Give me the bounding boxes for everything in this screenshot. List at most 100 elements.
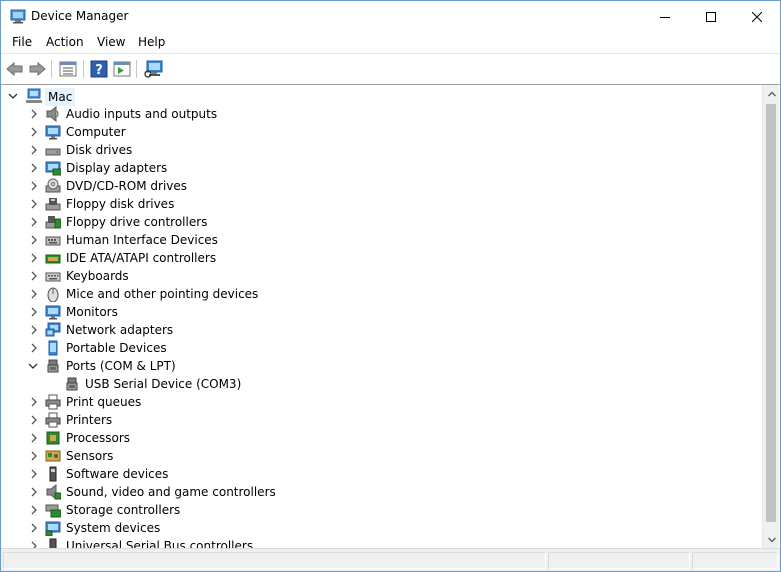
chevron-right-icon[interactable]: [29, 163, 39, 173]
tree-category-row[interactable]: Network adapters: [1, 321, 761, 339]
minimize-button[interactable]: [642, 1, 688, 32]
chevron-right-icon[interactable]: [29, 217, 39, 227]
chevron-right-icon[interactable]: [29, 307, 39, 317]
chevron-right-icon[interactable]: [29, 127, 39, 137]
device-manager-app-icon: [10, 9, 26, 24]
chevron-right-icon[interactable]: [29, 487, 39, 497]
tree-category-row[interactable]: Sound, video and game controllers: [1, 483, 761, 501]
tree-category-row[interactable]: Display adapters: [1, 159, 761, 177]
system-device-icon: [45, 521, 61, 536]
tree-category-label: Printers: [66, 413, 113, 427]
tree-category-label: Mice and other pointing devices: [66, 287, 259, 301]
chevron-right-icon[interactable]: [29, 451, 39, 461]
ide-controller-icon: [45, 254, 61, 264]
forward-arrow-icon: [29, 61, 46, 77]
scroll-down-arrow-icon: [767, 537, 776, 542]
close-button[interactable]: [734, 1, 780, 32]
run-pane-button[interactable]: [111, 59, 133, 79]
chevron-right-icon[interactable]: [29, 325, 39, 335]
scroll-up-button[interactable]: [763, 85, 780, 102]
tree-category-label: Processors: [66, 431, 131, 445]
tree-category-row[interactable]: Software devices: [1, 465, 761, 483]
tree-category-row[interactable]: Universal Serial Bus controllers: [1, 537, 761, 549]
floppy-controller-icon: [45, 216, 61, 229]
keyboard-icon: [45, 272, 61, 282]
chevron-right-icon[interactable]: [29, 235, 39, 245]
tree-device-label: USB Serial Device (COM3): [85, 377, 242, 391]
chevron-right-icon[interactable]: [29, 145, 39, 155]
scroll-thumb[interactable]: [766, 104, 776, 522]
menu-help[interactable]: Help: [138, 35, 165, 49]
chevron-right-icon[interactable]: [29, 343, 39, 353]
chevron-right-icon[interactable]: [29, 253, 39, 263]
tree-category-row[interactable]: Human Interface Devices: [1, 231, 761, 249]
tree-category-row[interactable]: Ports (COM & LPT): [1, 357, 761, 375]
tree-root-mac[interactable]: Mac: [1, 87, 761, 106]
menu-bar: File Action View Help: [1, 32, 780, 53]
tree-category-row[interactable]: System devices: [1, 519, 761, 537]
tree-category-row[interactable]: Mice and other pointing devices: [1, 285, 761, 303]
chevron-right-icon[interactable]: [29, 523, 39, 533]
chevron-right-icon[interactable]: [29, 199, 39, 209]
tree-category-row[interactable]: Print queues: [1, 393, 761, 411]
menu-view[interactable]: View: [97, 35, 125, 49]
chevron-right-icon[interactable]: [29, 181, 39, 191]
storage-controller-icon: [45, 504, 61, 518]
tree-category-row[interactable]: Keyboards: [1, 267, 761, 285]
tree-category-label: Audio inputs and outputs: [66, 107, 218, 121]
status-pane-main: [3, 552, 546, 569]
chevron-right-icon[interactable]: [29, 289, 39, 299]
tree-category-row[interactable]: Printers: [1, 411, 761, 429]
tree-category-row[interactable]: Processors: [1, 429, 761, 447]
display-adapter-icon: [45, 161, 61, 176]
window-title: Device Manager: [31, 9, 129, 23]
chevron-right-icon[interactable]: [29, 271, 39, 281]
tree-category-row[interactable]: Floppy disk drives: [1, 195, 761, 213]
toolbar-separator: [136, 60, 137, 78]
menu-file[interactable]: File: [12, 35, 32, 49]
toolbar: ?: [1, 53, 780, 83]
svg-text:?: ?: [95, 63, 103, 78]
back-button[interactable]: [4, 59, 26, 79]
toolbar-separator: [51, 60, 52, 78]
port-icon: [66, 377, 78, 391]
portable-device-icon: [48, 340, 58, 356]
device-tree[interactable]: Mac Audio inputs and outputs Computer Disk…: [1, 84, 780, 549]
chevron-down-icon[interactable]: [28, 361, 38, 371]
vertical-scrollbar[interactable]: [762, 85, 779, 548]
chevron-right-icon[interactable]: [29, 469, 39, 479]
hid-icon: [45, 236, 61, 246]
tree-category-row[interactable]: Storage controllers: [1, 501, 761, 519]
run-pane-icon: [113, 61, 131, 77]
sound-icon: [46, 484, 61, 500]
tree-category-row[interactable]: Monitors: [1, 303, 761, 321]
tree-category-row[interactable]: Sensors: [1, 447, 761, 465]
chevron-right-icon[interactable]: [29, 433, 39, 443]
maximize-button[interactable]: [688, 1, 734, 32]
chevron-down-icon[interactable]: [8, 91, 18, 101]
tree-device-row[interactable]: USB Serial Device (COM3): [1, 375, 761, 393]
chevron-right-icon[interactable]: [29, 415, 39, 425]
tree-category-row[interactable]: Floppy drive controllers: [1, 213, 761, 231]
title-bar[interactable]: Device Manager: [1, 1, 780, 32]
properties-button[interactable]: [57, 59, 79, 79]
help-button[interactable]: ?: [88, 59, 110, 79]
tree-category-row[interactable]: Disk drives: [1, 141, 761, 159]
chevron-right-icon[interactable]: [29, 397, 39, 407]
tree-category-row[interactable]: DVD/CD-ROM drives: [1, 177, 761, 195]
chevron-right-icon[interactable]: [29, 109, 39, 119]
back-arrow-icon: [6, 61, 23, 77]
chevron-right-icon[interactable]: [29, 541, 39, 549]
help-icon: ?: [90, 60, 108, 78]
scroll-down-button[interactable]: [763, 531, 780, 548]
scan-hardware-button[interactable]: [143, 59, 165, 79]
menu-action[interactable]: Action: [46, 35, 84, 49]
tree-category-row[interactable]: Audio inputs and outputs: [1, 105, 761, 123]
tree-category-row[interactable]: IDE ATA/ATAPI controllers: [1, 249, 761, 267]
mouse-icon: [47, 287, 59, 302]
tree-category-label: Display adapters: [66, 161, 168, 175]
chevron-right-icon[interactable]: [29, 505, 39, 515]
tree-category-row[interactable]: Computer: [1, 123, 761, 141]
forward-button[interactable]: [26, 59, 48, 79]
tree-category-row[interactable]: Portable Devices: [1, 339, 761, 357]
